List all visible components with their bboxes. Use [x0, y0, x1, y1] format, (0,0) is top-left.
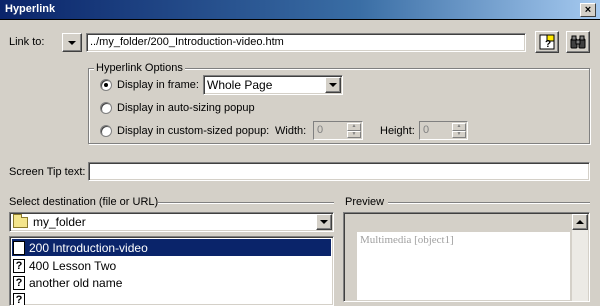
spin-up-icon[interactable]: ▲	[452, 123, 466, 131]
preview-scrollbar[interactable]	[572, 214, 588, 301]
section-divider	[388, 202, 590, 204]
height-spin-buttons[interactable]: ▲ ▼	[452, 123, 466, 138]
auto-sizing-popup-radio[interactable]	[100, 102, 112, 114]
preview-content: Multimedia [object1]	[356, 231, 571, 301]
width-label: Width:	[275, 125, 306, 137]
folder-select-value: my_folder	[33, 215, 86, 229]
frame-select-value: Whole Page	[207, 78, 272, 92]
screen-tip-label: Screen Tip text:	[9, 166, 85, 178]
spin-up-icon[interactable]: ▲	[347, 123, 361, 131]
list-item[interactable]: ? 400 Lesson Two	[12, 257, 331, 274]
link-to-input[interactable]: ../my_folder/200_Introduction-video.htm	[86, 33, 526, 52]
destination-list[interactable]: ? 200 Introduction-video ? 400 Lesson Tw…	[9, 236, 334, 306]
folder-select[interactable]: my_folder	[9, 212, 334, 232]
folder-dropdown-button[interactable]	[316, 214, 332, 230]
folder-icon	[13, 217, 28, 228]
svg-text:?: ?	[545, 39, 551, 50]
list-item-label: another old name	[29, 276, 122, 290]
section-divider	[158, 202, 334, 204]
list-item-label: 200 Introduction-video	[29, 241, 148, 255]
auto-sizing-popup-label: Display in auto-sizing popup	[117, 102, 255, 114]
scroll-up-button[interactable]	[572, 214, 588, 230]
link-to-value: ../my_folder/200_Introduction-video.htm	[90, 36, 284, 48]
link-type-dropdown-button[interactable]	[62, 33, 82, 52]
width-value: 0	[317, 124, 323, 136]
title-bar: Hyperlink ×	[0, 0, 600, 20]
help-page-icon: ?	[13, 276, 25, 290]
scroll-up-icon	[576, 220, 584, 224]
preview-pane: Multimedia [object1]	[343, 212, 590, 302]
chevron-down-icon	[68, 41, 76, 45]
chevron-down-icon	[320, 220, 328, 224]
display-in-frame-radio[interactable]	[100, 79, 112, 91]
chevron-down-icon	[329, 83, 337, 87]
select-destination-label: Select destination (file or URL)	[9, 196, 158, 208]
list-item-label: 400 Lesson Two	[29, 259, 116, 273]
help-page-icon: ?	[13, 241, 25, 255]
frame-select[interactable]: Whole Page	[203, 75, 343, 95]
binoculars-icon	[570, 34, 586, 50]
help-page-icon: ?	[13, 259, 25, 273]
frame-select-dropdown-button[interactable]	[325, 77, 341, 93]
preview-placeholder: Multimedia [object1]	[360, 234, 454, 246]
custom-sized-popup-label: Display in custom-sized popup:	[117, 125, 269, 137]
help-button[interactable]: ?	[535, 31, 559, 53]
help-tip-icon: ?	[539, 34, 555, 50]
hyperlink-options-legend: Hyperlink Options	[94, 62, 185, 74]
list-item[interactable]: ? another old name	[12, 274, 331, 291]
screen-tip-input[interactable]	[88, 162, 590, 181]
list-item[interactable]: ? 200 Introduction-video	[12, 239, 331, 256]
width-spin-buttons[interactable]: ▲ ▼	[347, 123, 361, 138]
window-title: Hyperlink	[5, 3, 55, 15]
custom-sized-popup-radio[interactable]	[100, 125, 112, 137]
close-icon: ×	[585, 4, 591, 16]
preview-label: Preview	[345, 196, 384, 208]
close-button[interactable]: ×	[580, 3, 596, 17]
help-page-icon: ?	[13, 293, 25, 306]
link-to-label: Link to:	[9, 36, 44, 48]
height-value: 0	[423, 124, 429, 136]
display-in-frame-label: Display in frame:	[117, 79, 199, 91]
spin-down-icon[interactable]: ▼	[347, 131, 361, 139]
height-stepper[interactable]: 0 ▲ ▼	[419, 121, 468, 140]
browse-button[interactable]	[566, 31, 590, 53]
height-label: Height:	[380, 125, 415, 137]
spin-down-icon[interactable]: ▼	[452, 131, 466, 139]
width-stepper[interactable]: 0 ▲ ▼	[313, 121, 363, 140]
